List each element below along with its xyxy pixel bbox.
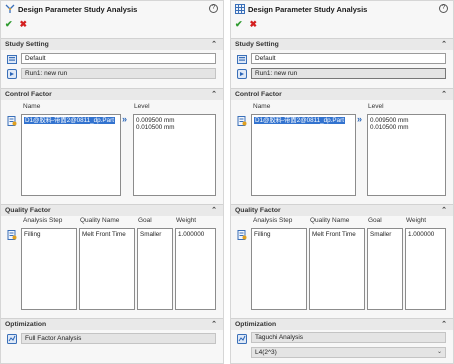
chevron-up-icon[interactable]: ⌃: [211, 40, 217, 48]
close-icon[interactable]: ✖: [250, 19, 258, 29]
run-field[interactable]: Run1: new run: [21, 68, 216, 79]
goal-label: Goal: [368, 217, 382, 224]
level-column-label: Level: [134, 103, 150, 110]
control-factor-header[interactable]: Control Factor ⌃: [1, 88, 223, 100]
panel-titlebar: Design Parameter Study Analysis: [231, 1, 453, 17]
goal-list[interactable]: Smaller: [367, 228, 403, 310]
left-property-panel: Design Parameter Study Analysis ? ✔ ✖ St…: [0, 0, 224, 364]
goal-list[interactable]: Smaller: [137, 228, 173, 310]
study-setting-field[interactable]: Default: [21, 53, 216, 64]
quality-factor-header[interactable]: Quality Factor ⌃: [231, 204, 453, 216]
section-title: Control Factor: [5, 91, 52, 98]
name-column-label: Name: [253, 103, 271, 110]
goal-label: Goal: [138, 217, 152, 224]
settings-list-icon: [237, 54, 247, 64]
help-icon[interactable]: ?: [439, 4, 448, 13]
study-setting-field[interactable]: Default: [251, 53, 446, 64]
table-study-icon: [235, 4, 245, 14]
level-list[interactable]: 0.009500 mm 0.010500 mm: [367, 114, 446, 196]
weight-item[interactable]: 1.000000: [408, 231, 443, 238]
level-item[interactable]: 0.010500 mm: [136, 124, 213, 131]
quality-name-label: Quality Name: [310, 217, 350, 224]
section-title: Study Setting: [5, 41, 49, 48]
factor-name-list[interactable]: D1@胶料-带面2@0811_dp.Part: [251, 114, 356, 196]
chevron-up-icon[interactable]: ⌃: [441, 90, 447, 98]
quality-name-list[interactable]: Melt Front Time: [309, 228, 365, 310]
analysis-step-item[interactable]: Filling: [24, 231, 74, 238]
panel-title: Design Parameter Study Analysis: [18, 4, 138, 14]
close-icon[interactable]: ✖: [20, 19, 28, 29]
quality-name-label: Quality Name: [80, 217, 120, 224]
factor-name-item[interactable]: D1@胶料-带面2@0811_dp.Part: [254, 117, 345, 124]
weight-label: Weight: [176, 217, 197, 224]
double-chevron-right-icon[interactable]: »: [122, 114, 127, 124]
factor-name-list[interactable]: D1@胶料-带面2@0811_dp.Part: [21, 114, 121, 196]
quality-name-item[interactable]: Melt Front Time: [82, 231, 132, 238]
analysis-step-label: Analysis Step: [23, 217, 63, 224]
chevron-down-icon[interactable]: ⌄: [437, 348, 442, 357]
factor-name-item[interactable]: D1@胶料-带面2@0811_dp.Part: [24, 117, 115, 124]
control-factor-header[interactable]: Control Factor ⌃: [231, 88, 453, 100]
run-icon: [7, 69, 17, 79]
analysis-step-list[interactable]: Filling: [21, 228, 77, 310]
weight-list[interactable]: 1.000000: [405, 228, 446, 310]
run-icon: [237, 69, 247, 79]
chevron-up-icon[interactable]: ⌃: [441, 320, 447, 328]
chevron-up-icon[interactable]: ⌃: [211, 206, 217, 214]
goal-item[interactable]: Smaller: [140, 231, 170, 238]
action-bar: ✔ ✖: [5, 19, 27, 29]
optimization-icon: [7, 334, 17, 344]
weight-label: Weight: [406, 217, 427, 224]
right-property-panel: Design Parameter Study Analysis ? ✔ ✖ St…: [230, 0, 454, 364]
check-icon[interactable]: ✔: [5, 19, 13, 29]
factor-list-icon: [237, 116, 247, 126]
chevron-up-icon[interactable]: ⌃: [441, 40, 447, 48]
section-title: Study Setting: [235, 41, 279, 48]
section-title: Quality Factor: [5, 207, 51, 214]
factor-list-icon: [7, 116, 17, 126]
check-icon[interactable]: ✔: [235, 19, 243, 29]
level-list[interactable]: 0.009500 mm 0.010500 mm: [133, 114, 216, 196]
study-setting-header[interactable]: Study Setting ⌃: [1, 38, 223, 50]
run-field[interactable]: Run1: new run: [251, 68, 446, 79]
analysis-step-list[interactable]: Filling: [251, 228, 307, 310]
quality-name-list[interactable]: Melt Front Time: [79, 228, 135, 310]
goal-item[interactable]: Smaller: [370, 231, 400, 238]
optimization-icon: [237, 334, 247, 344]
chevron-up-icon[interactable]: ⌃: [211, 90, 217, 98]
weight-list[interactable]: 1.000000: [175, 228, 216, 310]
level-item[interactable]: 0.009500 mm: [370, 117, 443, 124]
optimization-header[interactable]: Optimization ⌃: [1, 318, 223, 330]
optimization-method-field[interactable]: Taguchi Analysis: [251, 332, 446, 343]
orthogonal-array-select[interactable]: L4(2^3) ⌄: [251, 347, 446, 358]
chevron-up-icon[interactable]: ⌃: [441, 206, 447, 214]
section-title: Control Factor: [235, 91, 282, 98]
level-item[interactable]: 0.009500 mm: [136, 117, 213, 124]
panel-titlebar: Design Parameter Study Analysis: [1, 1, 223, 17]
weight-item[interactable]: 1.000000: [178, 231, 213, 238]
double-chevron-right-icon[interactable]: »: [357, 114, 362, 124]
help-icon[interactable]: ?: [209, 4, 218, 13]
level-column-label: Level: [368, 103, 384, 110]
level-item[interactable]: 0.010500 mm: [370, 124, 443, 131]
study-setting-header[interactable]: Study Setting ⌃: [231, 38, 453, 50]
chevron-up-icon[interactable]: ⌃: [211, 320, 217, 328]
section-title: Optimization: [5, 321, 47, 328]
settings-list-icon: [7, 54, 17, 64]
analysis-step-label: Analysis Step: [253, 217, 293, 224]
quality-list-icon: [237, 230, 247, 240]
quality-list-icon: [7, 230, 17, 240]
analysis-step-item[interactable]: Filling: [254, 231, 304, 238]
quality-factor-header[interactable]: Quality Factor ⌃: [1, 204, 223, 216]
optimization-method-field[interactable]: Full Factor Analysis: [21, 333, 216, 344]
name-column-label: Name: [23, 103, 41, 110]
study-analysis-icon: [5, 4, 15, 14]
quality-name-item[interactable]: Melt Front Time: [312, 231, 362, 238]
panel-title: Design Parameter Study Analysis: [248, 4, 368, 14]
optimization-header[interactable]: Optimization ⌃: [231, 318, 453, 330]
orthogonal-array-value: L4(2^3): [255, 349, 277, 356]
section-title: Quality Factor: [235, 207, 281, 214]
section-title: Optimization: [235, 321, 277, 328]
action-bar: ✔ ✖: [235, 19, 257, 29]
